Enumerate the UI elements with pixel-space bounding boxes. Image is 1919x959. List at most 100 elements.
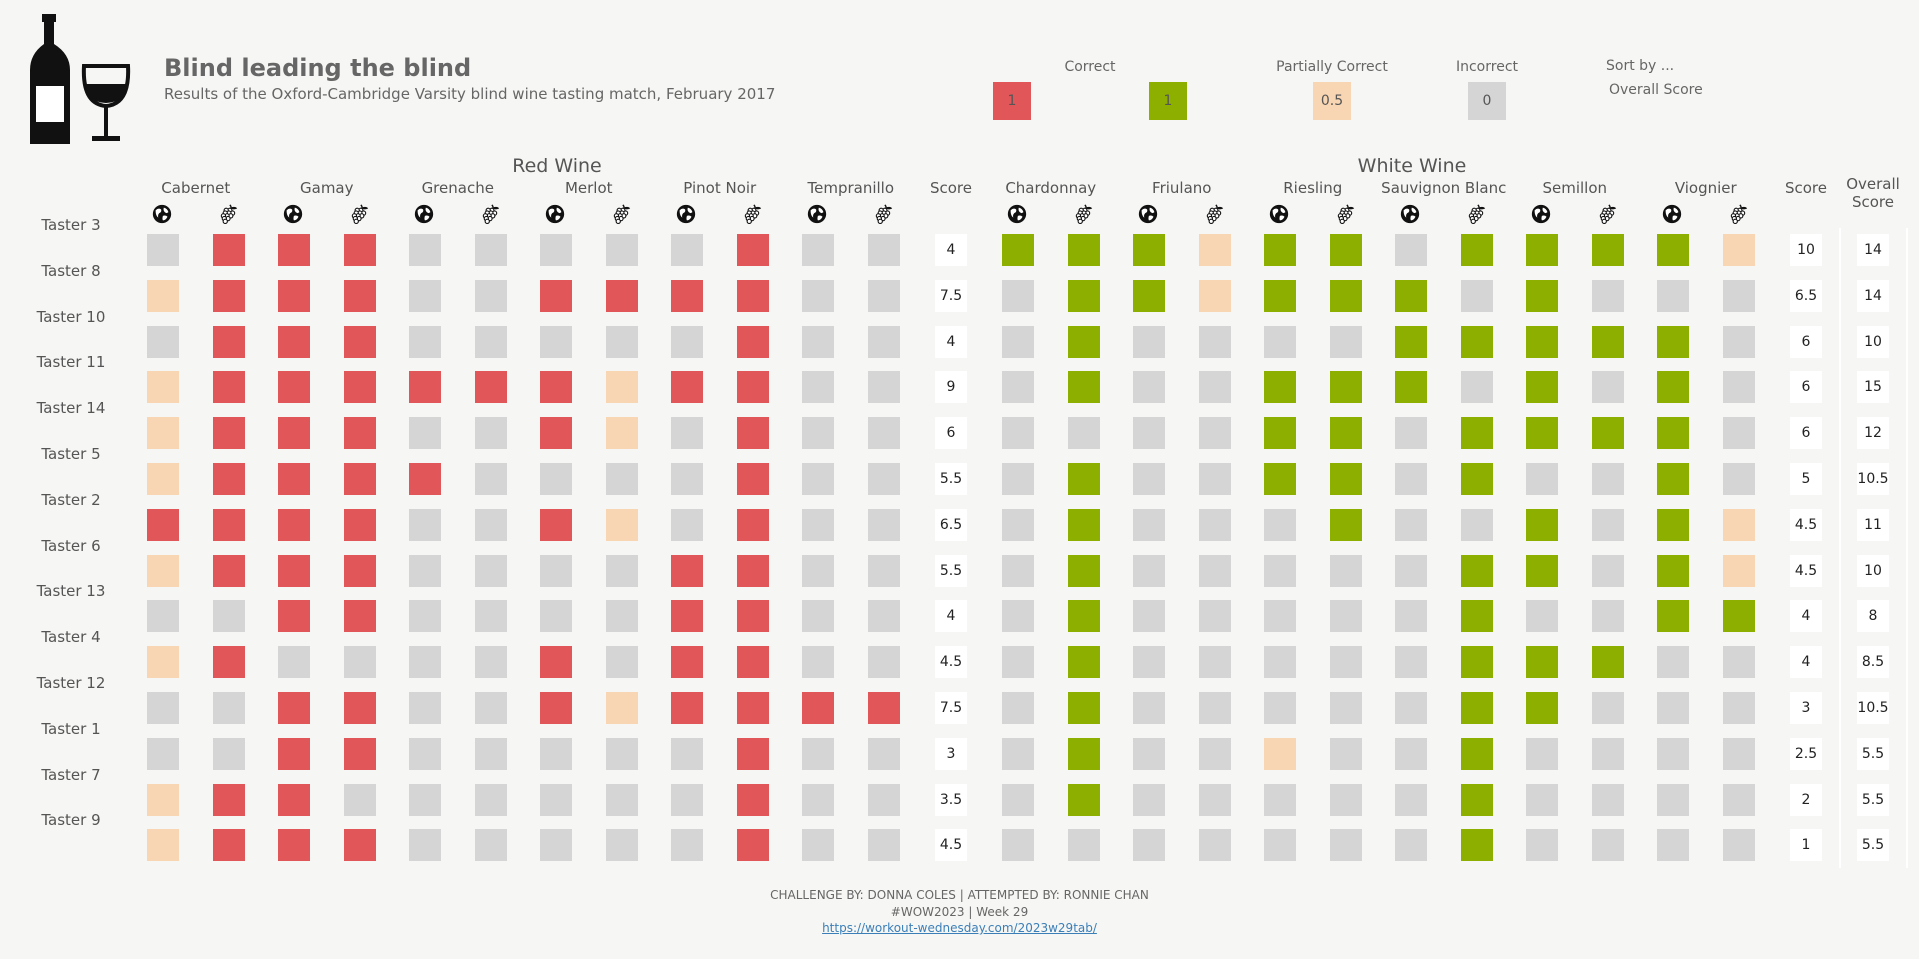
heatmap-cell[interactable] [212,463,245,495]
heatmap-cell[interactable] [605,829,638,862]
heatmap-cell[interactable] [147,783,179,816]
heatmap-cell[interactable] [1133,371,1165,404]
heatmap-cell[interactable] [1526,234,1558,266]
heatmap-cell[interactable] [212,783,245,816]
heatmap-cell[interactable] [1460,737,1493,770]
heatmap-cell[interactable] [1591,508,1624,541]
heatmap-cell[interactable] [1657,600,1689,633]
heatmap-cell[interactable] [1198,829,1231,862]
heatmap-cell[interactable] [1133,692,1165,724]
heatmap-cell[interactable] [605,554,638,587]
heatmap-cell[interactable] [605,783,638,816]
heatmap-cell[interactable] [1395,463,1427,495]
heatmap-cell[interactable] [278,508,310,541]
heatmap-cell[interactable] [1526,600,1558,633]
heatmap-cell[interactable] [474,646,507,679]
heatmap-cell[interactable] [671,279,703,312]
heatmap-cell[interactable] [671,783,703,816]
heatmap-cell[interactable] [1198,325,1231,358]
heatmap-cell[interactable] [1329,417,1362,450]
heatmap-cell[interactable] [1264,508,1296,541]
heatmap-cell[interactable] [1722,692,1755,724]
heatmap-cell[interactable] [212,417,245,450]
heatmap-cell[interactable] [409,692,441,724]
heatmap-cell[interactable] [540,279,572,312]
heatmap-cell[interactable] [1264,692,1296,724]
heatmap-cell[interactable] [1657,783,1689,816]
heatmap-cell[interactable] [867,463,900,495]
heatmap-cell[interactable] [147,600,179,633]
heatmap-cell[interactable] [1002,371,1034,404]
heatmap-cell[interactable] [540,646,572,679]
heatmap-cell[interactable] [278,325,310,358]
heatmap-cell[interactable] [147,417,179,450]
heatmap-cell[interactable] [1460,371,1493,404]
heatmap-cell[interactable] [1002,737,1034,770]
heatmap-cell[interactable] [736,554,769,587]
heatmap-cell[interactable] [1264,234,1296,266]
heatmap-cell[interactable] [1264,417,1296,450]
heatmap-cell[interactable] [1460,646,1493,679]
heatmap-cell[interactable] [278,234,310,266]
heatmap-cell[interactable] [605,737,638,770]
heatmap-cell[interactable] [278,463,310,495]
heatmap-cell[interactable] [147,279,179,312]
heatmap-cell[interactable] [1067,463,1100,495]
heatmap-cell[interactable] [1329,325,1362,358]
heatmap-cell[interactable] [671,234,703,266]
heatmap-cell[interactable] [278,737,310,770]
heatmap-cell[interactable] [1002,463,1034,495]
heatmap-cell[interactable] [540,234,572,266]
heatmap-cell[interactable] [474,829,507,862]
heatmap-cell[interactable] [1526,554,1558,587]
heatmap-cell[interactable] [212,692,245,724]
heatmap-cell[interactable] [1722,829,1755,862]
heatmap-cell[interactable] [1067,646,1100,679]
heatmap-cell[interactable] [1395,692,1427,724]
heatmap-cell[interactable] [1591,737,1624,770]
heatmap-cell[interactable] [278,279,310,312]
heatmap-cell[interactable] [147,829,179,862]
heatmap-cell[interactable] [1002,829,1034,862]
heatmap-cell[interactable] [671,325,703,358]
heatmap-cell[interactable] [474,737,507,770]
heatmap-cell[interactable] [1657,692,1689,724]
heatmap-cell[interactable] [736,371,769,404]
heatmap-cell[interactable] [1133,508,1165,541]
heatmap-cell[interactable] [867,234,900,266]
heatmap-cell[interactable] [867,554,900,587]
heatmap-cell[interactable] [1657,371,1689,404]
heatmap-cell[interactable] [212,829,245,862]
heatmap-cell[interactable] [1460,829,1493,862]
heatmap-cell[interactable] [343,325,376,358]
heatmap-cell[interactable] [343,417,376,450]
heatmap-cell[interactable] [474,600,507,633]
heatmap-cell[interactable] [540,783,572,816]
heatmap-cell[interactable] [1460,692,1493,724]
heatmap-cell[interactable] [1198,371,1231,404]
heatmap-cell[interactable] [343,829,376,862]
heatmap-cell[interactable] [1526,279,1558,312]
heatmap-cell[interactable] [212,646,245,679]
heatmap-cell[interactable] [671,463,703,495]
heatmap-cell[interactable] [605,600,638,633]
heatmap-cell[interactable] [1067,554,1100,587]
heatmap-cell[interactable] [1591,646,1624,679]
heatmap-cell[interactable] [1133,783,1165,816]
heatmap-cell[interactable] [1067,692,1100,724]
heatmap-cell[interactable] [147,463,179,495]
heatmap-cell[interactable] [1722,783,1755,816]
heatmap-cell[interactable] [1198,554,1231,587]
heatmap-cell[interactable] [409,325,441,358]
heatmap-cell[interactable] [1591,783,1624,816]
heatmap-cell[interactable] [736,463,769,495]
heatmap-cell[interactable] [802,783,834,816]
heatmap-cell[interactable] [1526,371,1558,404]
heatmap-cell[interactable] [1067,371,1100,404]
heatmap-cell[interactable] [343,646,376,679]
heatmap-cell[interactable] [1460,554,1493,587]
heatmap-cell[interactable] [1002,646,1034,679]
heatmap-cell[interactable] [867,829,900,862]
heatmap-cell[interactable] [1133,417,1165,450]
heatmap-cell[interactable] [671,646,703,679]
